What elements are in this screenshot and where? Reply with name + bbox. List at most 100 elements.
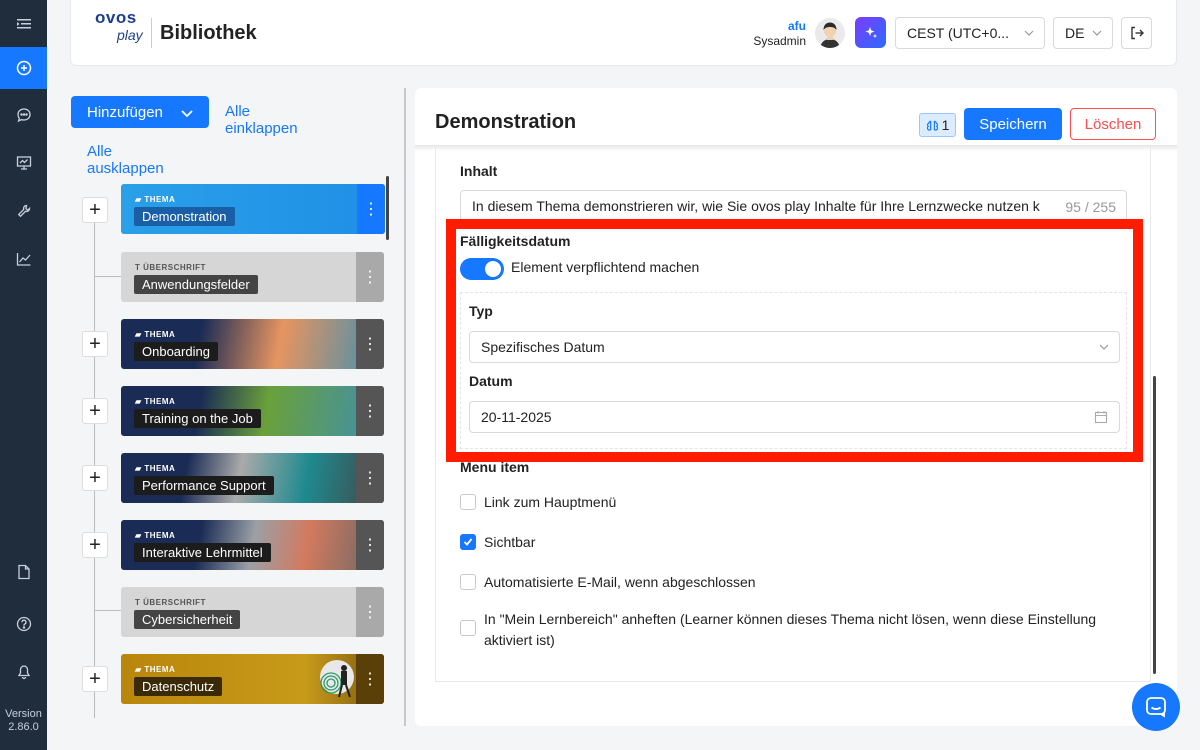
panel-divider[interactable] [404, 88, 406, 726]
brain-badge[interactable]: 1 [919, 113, 956, 137]
more-vertical-icon[interactable]: ⋮ [356, 453, 384, 503]
expand-node-button[interactable]: + [82, 465, 108, 491]
node-type: ▰ THEMA [135, 330, 175, 339]
fingerprint-illustration [320, 660, 354, 698]
node-type: ▰ THEMA [135, 665, 175, 674]
logo[interactable]: ovos play [95, 8, 155, 44]
node-type-label: THEMA [144, 531, 176, 540]
help-icon[interactable] [0, 603, 47, 645]
node-type-label: THEMA [144, 195, 176, 204]
more-vertical-icon[interactable]: ⋮ [356, 252, 384, 302]
node-label: Datenschutz [134, 677, 223, 696]
more-vertical-icon[interactable]: ⋮ [356, 386, 384, 436]
expand-node-button[interactable]: + [82, 666, 108, 692]
user-role: Sysadmin [753, 34, 806, 48]
tree-node-cybersicherheit[interactable]: T ÜBERSCHRIFT Cybersicherheit ⋮ [121, 587, 384, 637]
more-vertical-icon[interactable]: ⋮ [356, 654, 384, 704]
node-type: ▰ THEMA [135, 195, 175, 204]
chat-icon[interactable] [0, 94, 47, 136]
auto-email-checkbox[interactable] [460, 574, 476, 590]
ai-sparkle-button[interactable] [855, 17, 886, 48]
expand-node-button[interactable]: + [82, 331, 108, 357]
more-vertical-icon[interactable]: ⋮ [357, 184, 385, 234]
chevron-down-icon [1092, 30, 1102, 36]
node-label: Onboarding [134, 342, 218, 361]
char-counter: 95 / 255 [1061, 199, 1116, 215]
chevron-down-icon [181, 110, 193, 118]
language-value: DE [1065, 25, 1085, 41]
tree-node-onboarding[interactable]: ▰ THEMA Onboarding ⋮ [121, 319, 384, 369]
node-type: T ÜBERSCHRIFT [135, 598, 206, 607]
expand-node-button[interactable]: + [82, 398, 108, 424]
badge-count: 1 [941, 117, 950, 133]
node-label: Training on the Job [134, 409, 261, 428]
presentation-icon[interactable] [0, 142, 47, 184]
logo-ovos: ovos [95, 8, 137, 27]
version-info: Version 2.86.0 [0, 708, 47, 734]
node-type: ▰ THEMA [135, 397, 175, 406]
node-label: Demonstration [134, 207, 235, 226]
chat-bubble-icon [1146, 697, 1166, 718]
delete-button[interactable]: Löschen [1070, 108, 1156, 140]
node-type: T ÜBERSCHRIFT [135, 263, 206, 272]
logout-icon [1130, 26, 1144, 40]
tree-node-interaktive-lehrmittel[interactable]: ▰ THEMA Interaktive Lehrmittel ⋮ [121, 520, 384, 570]
more-vertical-icon[interactable]: ⋮ [356, 587, 384, 637]
node-type-label: THEMA [144, 397, 176, 406]
timezone-value: CEST (UTC+0... [907, 25, 1010, 41]
content-value: In diesem Thema demonstrieren wir, wie S… [472, 198, 1040, 214]
chat-launcher-button[interactable] [1132, 683, 1180, 731]
pin-checkbox[interactable] [460, 620, 476, 636]
more-vertical-icon[interactable]: ⋮ [356, 319, 384, 369]
node-label: Interaktive Lehrmittel [134, 543, 271, 562]
folder-icon: ▰ [135, 397, 145, 406]
sparkle-icon [865, 26, 877, 38]
expand-node-button[interactable]: + [82, 197, 108, 223]
tree-scrollbar[interactable] [386, 176, 389, 240]
visible-label: Sichtbar [484, 534, 536, 550]
more-vertical-icon[interactable]: ⋮ [356, 520, 384, 570]
header-divider [151, 18, 152, 48]
timezone-select[interactable]: CEST (UTC+0... [895, 17, 1045, 49]
tree-node-demonstration[interactable]: ▰ THEMA Demonstration ⋮ [121, 184, 385, 234]
add-circle-icon[interactable] [0, 47, 47, 89]
header: ovos play Bibliothek afu Sysadmin CEST (… [70, 0, 1177, 66]
content-input[interactable]: In diesem Thema demonstrieren wir, wie S… [460, 190, 1127, 222]
pin-label: In "Mein Lernbereich" anheften (Learner … [484, 611, 1097, 648]
expand-all-link[interactable]: Alle ausklappen [87, 143, 164, 177]
folder-icon: ▰ [135, 531, 145, 540]
node-type-label: THEMA [144, 464, 176, 473]
tree-branch [95, 610, 121, 611]
node-type-label: ÜBERSCHRIFT [143, 598, 206, 607]
panel-scrollbar[interactable] [1153, 376, 1156, 674]
document-icon[interactable] [0, 551, 47, 593]
heading-icon: T [135, 263, 144, 272]
node-type-label: THEMA [144, 330, 176, 339]
folder-icon: ▰ [135, 665, 145, 674]
add-button-label: Hinzufügen [87, 103, 163, 121]
bell-icon[interactable] [0, 651, 47, 693]
expand-node-button[interactable]: + [82, 532, 108, 558]
folder-icon: ▰ [135, 464, 145, 473]
tools-icon[interactable] [0, 190, 47, 232]
save-button[interactable]: Speichern [964, 108, 1062, 140]
tree-node-performance-support[interactable]: ▰ THEMA Performance Support ⋮ [121, 453, 384, 503]
add-button[interactable]: Hinzufügen [71, 96, 209, 128]
highlight-frame [446, 219, 1143, 462]
user-name: afu [788, 19, 806, 33]
language-select[interactable]: DE [1053, 17, 1113, 49]
avatar[interactable] [815, 18, 845, 48]
chart-icon[interactable] [0, 238, 47, 280]
logout-button[interactable] [1121, 17, 1152, 49]
menu-icon[interactable] [0, 3, 47, 45]
tree-node-datenschutz[interactable]: ▰ THEMA Datenschutz ⋮ [121, 654, 384, 704]
visible-checkbox[interactable] [460, 534, 476, 550]
collapse-all-link[interactable]: Alle einklappen [225, 103, 298, 137]
main-menu-checkbox[interactable] [460, 494, 476, 510]
node-label: Performance Support [134, 476, 274, 495]
heading-icon: T [135, 598, 144, 607]
tree-node-training-on-the-job[interactable]: ▰ THEMA Training on the Job ⋮ [121, 386, 384, 436]
node-type-label: ÜBERSCHRIFT [143, 263, 206, 272]
tree-branch [95, 276, 121, 277]
tree-node-anwendungsfelder[interactable]: T ÜBERSCHRIFT Anwendungsfelder ⋮ [121, 252, 384, 302]
